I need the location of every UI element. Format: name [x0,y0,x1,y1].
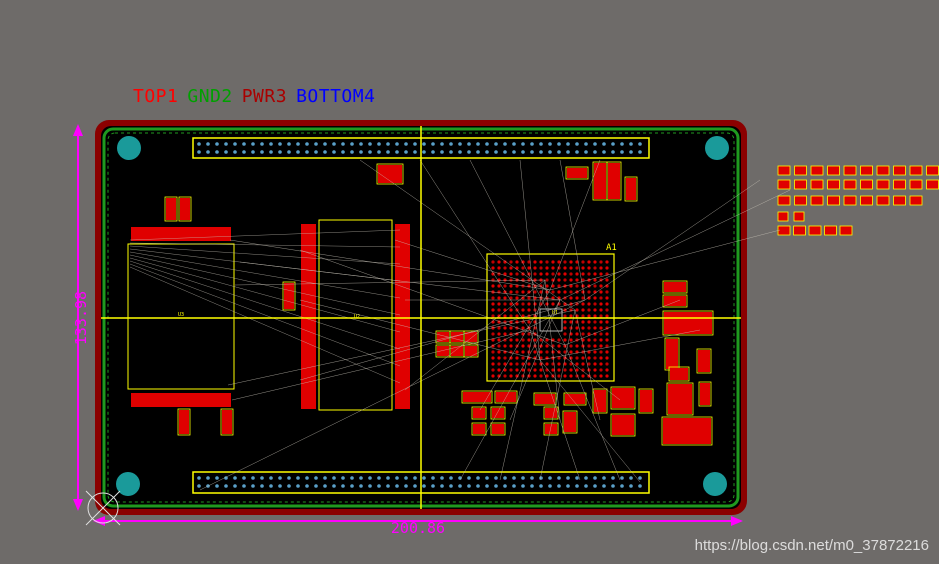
watermark-url: https://blog.csdn.net/m0_37872216 [694,537,929,554]
dimension-height-label: 133.98 [72,291,90,345]
mounting-hole-tr [705,136,729,160]
dimension-width-label: 200.86 [391,519,445,537]
pcb-canvas[interactable]: U3 U2 U1 A1 133.98 200.86 [0,0,939,564]
unplaced-components[interactable] [777,165,939,236]
layer-legend: TOP1 GND2 PWR3 BOTTOM4 [133,86,384,107]
dimension-height: 133.98 [72,124,90,511]
mounting-hole-bl [116,472,140,496]
dimension-width: 200.86 [93,516,743,537]
layer-legend-gnd[interactable]: GND2 [187,86,232,107]
chip-u3-label: U3 [178,312,184,318]
mounting-hole-br [703,472,727,496]
layer-legend-pwr[interactable]: PWR3 [242,86,287,107]
pin1-marker: A1 [606,243,617,253]
layer-legend-top[interactable]: TOP1 [133,86,178,107]
layer-legend-bottom[interactable]: BOTTOM4 [296,86,375,107]
mounting-hole-tl [117,136,141,160]
